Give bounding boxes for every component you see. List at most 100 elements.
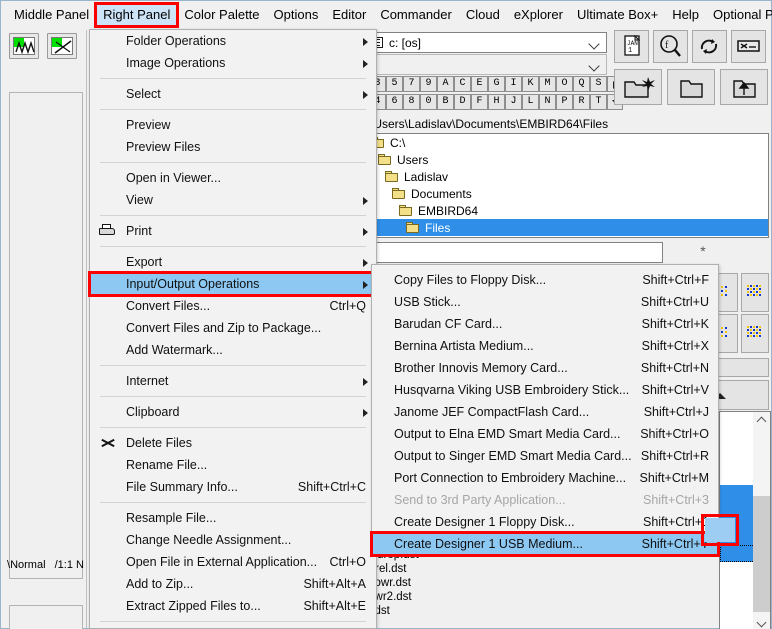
alpha-key-E[interactable]: E <box>471 76 488 92</box>
tab-normal[interactable]: \Normal <box>7 559 46 571</box>
alpha-filter-grid[interactable]: 3579ACEGIKMOQS4680BDFHJLNPRT <box>367 76 623 114</box>
tree-node-documents[interactable]: Documents <box>368 185 768 202</box>
parent-folder-icon-button[interactable] <box>720 69 768 105</box>
alpha-key-G[interactable]: G <box>488 76 505 92</box>
alpha-key-H[interactable]: H <box>488 94 505 110</box>
alpha-key-C[interactable]: C <box>454 76 471 92</box>
menu-item-change-needle-assignment[interactable]: Change Needle Assignment... <box>90 529 376 551</box>
submenu-item-output-to-singer-emd-smart-media-card[interactable]: Output to Singer EMD Smart Media Card...… <box>372 445 718 467</box>
tree-node-ladislav[interactable]: Ladislav <box>368 168 768 185</box>
menu-item-open-file-in-external-application[interactable]: Open File in External Application... Ctrl… <box>90 551 376 573</box>
scroll-down-icon[interactable] <box>753 615 770 629</box>
alpha-key-I[interactable]: I <box>505 76 522 92</box>
tree-node-embird64[interactable]: EMBIRD64 <box>368 202 768 219</box>
menu-item-delete-files[interactable]: Delete Files <box>90 432 376 454</box>
alpha-key-J[interactable]: J <box>505 94 522 110</box>
menu-item-select[interactable]: Select <box>90 83 376 105</box>
menu-item-image-operations[interactable]: Image Operations <box>90 52 376 74</box>
alpha-key-P[interactable]: P <box>556 94 573 110</box>
alpha-key-0[interactable]: 0 <box>420 94 437 110</box>
menubar-item-explorer[interactable]: eXplorer <box>507 4 570 26</box>
alpha-key-L[interactable]: L <box>522 94 539 110</box>
filter-select[interactable] <box>367 242 663 263</box>
drive-select[interactable]: c: [os] <box>367 32 607 53</box>
menu-item-print[interactable]: Print <box>90 220 376 242</box>
menubar-item-right-panel[interactable]: Right Panel <box>94 2 180 28</box>
submenu-item-husqvarna-viking-usb-embroidery-stick[interactable]: Husqvarna Viking USB Embroidery Stick...… <box>372 379 718 401</box>
submenu-item-create-designer-1-usb-medium[interactable]: Create Designer 1 USB Medium... Shift+Ctr… <box>370 531 720 557</box>
tree-node-files[interactable]: Files <box>368 219 768 236</box>
alpha-key-F[interactable]: F <box>471 94 488 110</box>
large-grid-icon-button[interactable] <box>741 273 769 312</box>
folder-icon-button[interactable] <box>667 69 715 105</box>
alpha-key-5[interactable]: 5 <box>386 76 403 92</box>
submenu-item-janome-jef-compactflash-card[interactable]: Janome JEF CompactFlash Card... Shift+Ctr… <box>372 401 718 423</box>
menu-item-resample-file[interactable]: Resample File... <box>90 507 376 529</box>
menu-item-input-output-operations[interactable]: Input/Output Operations <box>88 271 378 297</box>
jan1-document-icon-button[interactable]: JAN 1 <box>614 30 649 63</box>
submenu-item-bernina-artista-medium[interactable]: Bernina Artista Medium... Shift+Ctrl+X <box>372 335 718 357</box>
alpha-key-M[interactable]: M <box>539 76 556 92</box>
menubar-item-commander[interactable]: Commander <box>373 4 459 26</box>
alpha-key-R[interactable]: R <box>573 94 590 110</box>
input-output-operations-submenu[interactable]: Copy Files to Floppy Disk... Shift+Ctrl+F… <box>370 264 720 557</box>
alpha-key-9[interactable]: 9 <box>420 76 437 92</box>
alpha-key-N[interactable]: N <box>539 94 556 110</box>
menu-item-convert-files[interactable]: Convert Files... Ctrl+Q <box>90 295 376 317</box>
scroll-up-icon[interactable] <box>753 412 770 429</box>
large-grid-icon-button-2[interactable] <box>741 314 769 353</box>
find-magnifier-icon-button[interactable]: f <box>653 30 688 63</box>
needle-edit-icon-button[interactable] <box>47 33 77 59</box>
submenu-item-usb-stick[interactable]: USB Stick... Shift+Ctrl+U <box>372 291 718 313</box>
history-select[interactable]: st <box>357 54 607 75</box>
stitch-zigzag-icon-button[interactable] <box>9 33 39 59</box>
file-list-focus-item[interactable] <box>720 545 755 562</box>
menu-item-extract-zipped-files-to[interactable]: Extract Zipped Files to... Shift+Alt+E <box>90 595 376 617</box>
menubar-item-color-palette[interactable]: Color Palette <box>177 4 266 26</box>
menubar-item-cloud[interactable]: Cloud <box>459 4 507 26</box>
right-panel-dropdown-menu[interactable]: Folder Operations Image Operations Select P… <box>88 29 378 629</box>
alpha-key-A[interactable]: A <box>437 76 454 92</box>
submenu-item-port-connection-to-embroidery-machine[interactable]: Port Connection to Embroidery Machine...… <box>372 467 718 489</box>
refresh-icon-button[interactable] <box>692 30 727 63</box>
menu-item-preview-files[interactable]: Preview Files <box>90 136 376 158</box>
alpha-key-Q[interactable]: Q <box>573 76 590 92</box>
alpha-key-K[interactable]: K <box>522 76 539 92</box>
menu-item-convert-files-and-zip-to-package[interactable]: Convert Files and Zip to Package... <box>90 317 376 339</box>
submenu-item-brother-innovis-memory-card[interactable]: Brother Innovis Memory Card... Shift+Ctrl… <box>372 357 718 379</box>
alpha-key-B[interactable]: B <box>437 94 454 110</box>
menu-item-add-to-zip[interactable]: Add to Zip... Shift+Alt+A <box>90 573 376 595</box>
tab-ratio[interactable]: /1:1 N <box>49 559 84 571</box>
folder-tree[interactable]: C:\ Users Ladislav Documents EMBIRD64 Files <box>367 133 769 238</box>
submenu-item-create-designer-1-floppy-disk[interactable]: Create Designer 1 Floppy Disk... Shift+Ct… <box>372 511 718 533</box>
menu-item-clipboard[interactable]: Clipboard <box>90 401 376 423</box>
menu-item-folder-operations[interactable]: Folder Operations <box>90 30 376 52</box>
menubar-item-ultimate-box[interactable]: Ultimate Box+ <box>570 4 665 26</box>
menu-item-export[interactable]: Export <box>90 251 376 273</box>
file-list-scrollbar[interactable] <box>753 412 770 629</box>
submenu-item-send-to-3rd-party-application[interactable]: Send to 3rd Party Application... Shift+Ct… <box>372 489 718 511</box>
tree-node-users[interactable]: Users <box>368 151 768 168</box>
submenu-item-output-to-elna-emd-smart-media-card[interactable]: Output to Elna EMD Smart Media Card... Sh… <box>372 423 718 445</box>
tree-node-c[interactable]: C:\ <box>368 134 768 151</box>
menubar-item-help[interactable]: Help <box>665 4 706 26</box>
menubar-item-editor[interactable]: Editor <box>325 4 373 26</box>
new-folder-icon-button[interactable] <box>614 69 662 105</box>
alpha-key-O[interactable]: O <box>556 76 573 92</box>
alpha-key-T[interactable]: T <box>590 94 607 110</box>
menu-item-preview[interactable]: Preview <box>90 114 376 136</box>
menubar-item-options[interactable]: Options <box>267 4 326 26</box>
rename-box-icon-button[interactable] <box>731 30 766 63</box>
menu-item-add-watermark[interactable]: Add Watermark... <box>90 339 376 361</box>
menubar-item-optional-plug-ins[interactable]: Optional Plug-ins <box>706 4 772 26</box>
alpha-key-7[interactable]: 7 <box>403 76 420 92</box>
submenu-item-copy-files-to-floppy-disk[interactable]: Copy Files to Floppy Disk... Shift+Ctrl+F <box>372 269 718 291</box>
alpha-key-8[interactable]: 8 <box>403 94 420 110</box>
alpha-key-6[interactable]: 6 <box>386 94 403 110</box>
menu-item-rename-file[interactable]: Rename File... <box>90 454 376 476</box>
wildcard-button[interactable]: * <box>667 242 739 263</box>
menu-item-view[interactable]: View <box>90 189 376 211</box>
alpha-key-S[interactable]: S <box>590 76 607 92</box>
menubar-item-middle-panel[interactable]: Middle Panel <box>7 4 96 26</box>
submenu-item-barudan-cf-card[interactable]: Barudan CF Card... Shift+Ctrl+K <box>372 313 718 335</box>
